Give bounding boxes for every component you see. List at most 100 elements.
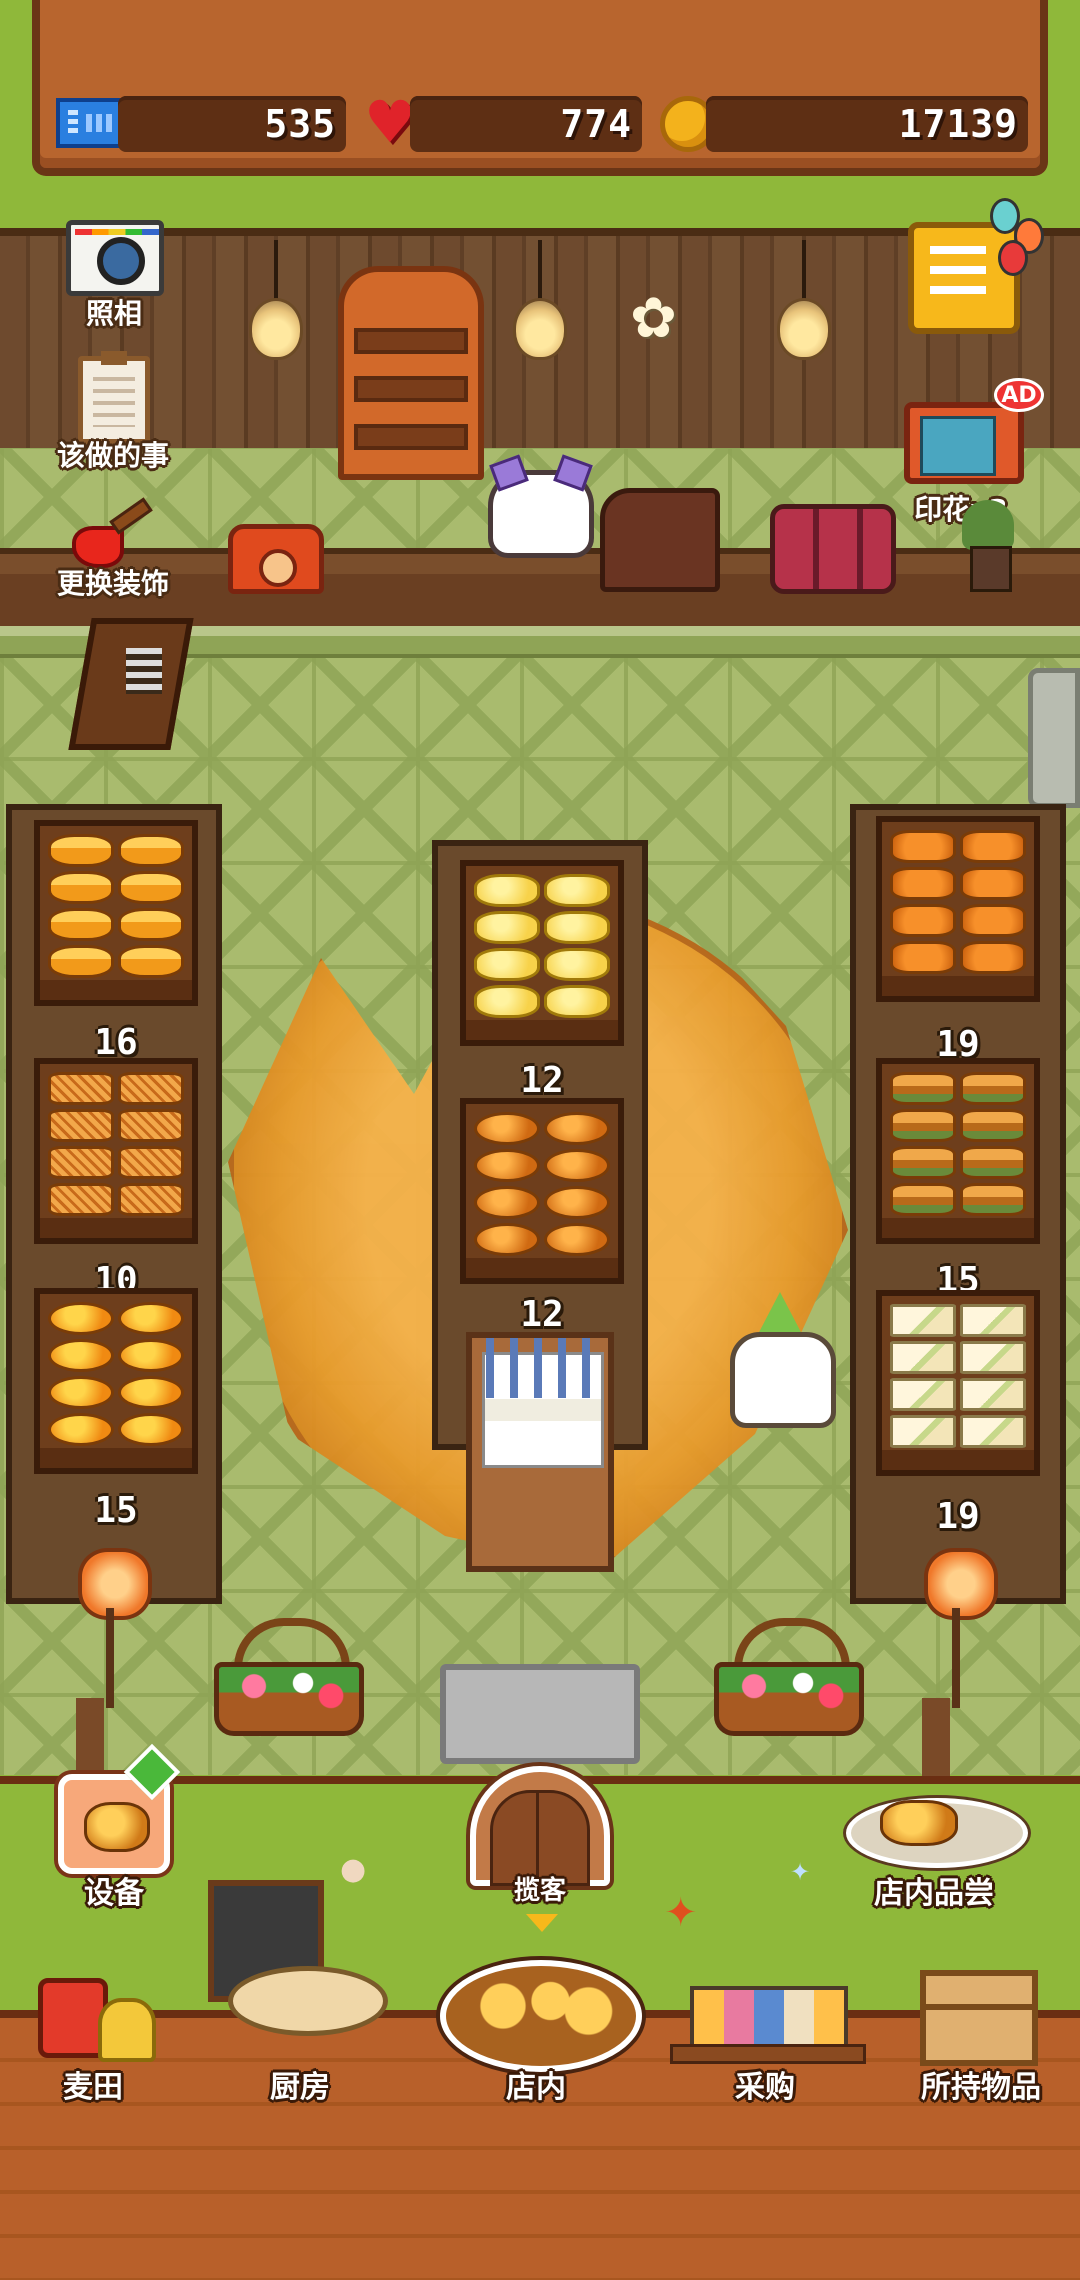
bread-item-icon	[890, 830, 956, 863]
bread-item-icon	[48, 1302, 114, 1335]
bread-item-icon	[890, 1415, 956, 1448]
bread-item-icon	[890, 1072, 956, 1105]
clipboard-icon[interactable]	[78, 351, 150, 444]
bread-item-icon	[118, 1302, 184, 1335]
bread-item-icon	[48, 1109, 114, 1142]
bread-item-icon	[118, 871, 184, 904]
bread-item-icon	[118, 1376, 184, 1409]
bread-item-icon	[960, 1072, 1026, 1105]
bread-item-icon	[544, 1223, 610, 1256]
nav-label-purchase[interactable]: 采购	[690, 2062, 840, 2106]
bread-tray[interactable]	[34, 1058, 198, 1244]
bread-tray[interactable]	[460, 1098, 624, 1284]
bread-item-icon	[890, 904, 956, 937]
camera-label[interactable]: 照相	[64, 292, 164, 332]
bread-item-icon	[474, 1223, 540, 1256]
bread-count: 16	[94, 1022, 138, 1063]
selected-indicator-icon	[526, 1914, 558, 1932]
bread-item-icon	[544, 1149, 610, 1182]
invite-label[interactable]: 揽客	[490, 1870, 590, 1907]
bread-item-icon	[48, 945, 114, 978]
flower-basket-icon	[214, 1618, 364, 1736]
bread-item-icon	[48, 1339, 114, 1372]
bread-count: 15	[94, 1490, 138, 1531]
bread-item-icon	[118, 1183, 184, 1216]
bread-tray[interactable]	[34, 820, 198, 1006]
bread-count: 12	[520, 1294, 564, 1335]
bread-item-icon	[890, 1341, 956, 1374]
paint-brush-icon[interactable]	[72, 500, 150, 568]
nav-label-store[interactable]: 店内	[466, 2062, 606, 2106]
bread-item-icon	[544, 985, 610, 1018]
bread-item-icon	[48, 834, 114, 867]
bread-tray[interactable]	[460, 860, 624, 1046]
leaf-icon: ✦	[664, 1890, 698, 1936]
todo-label[interactable]: 该做的事	[38, 434, 188, 474]
camera-icon[interactable]	[66, 220, 164, 296]
cat-clerk[interactable]	[488, 470, 594, 558]
menu-board-icon[interactable]	[50, 618, 200, 768]
flower-basket-icon	[714, 1618, 864, 1736]
nav-label-inventory[interactable]: 所持物品	[896, 2062, 1066, 2106]
bread-item-icon	[960, 1109, 1026, 1142]
bread-item-icon	[48, 1183, 114, 1216]
bread-count: 12	[520, 1060, 564, 1101]
bread-item-icon	[118, 908, 184, 941]
flower-decoration-icon: ✿	[630, 286, 677, 351]
bread-item-icon	[118, 1146, 184, 1179]
in-store-tasting-button[interactable]	[846, 1770, 1028, 1870]
nav-label-wheat[interactable]: 麦田	[28, 2062, 158, 2106]
bread-item-icon	[890, 1109, 956, 1142]
hanging-lamp-icon	[777, 298, 831, 360]
cash-register-icon	[600, 488, 720, 592]
equipment-label[interactable]: 设备	[54, 1868, 174, 1912]
nav-label-kitchen[interactable]: 厨房	[230, 2062, 370, 2106]
cake-display-stand[interactable]	[466, 1332, 614, 1572]
ad-tv-icon[interactable]	[904, 402, 1024, 484]
bread-item-icon	[118, 1413, 184, 1446]
hanging-lamp-icon	[249, 298, 303, 360]
decorate-label[interactable]: 更换装饰	[38, 562, 188, 602]
wall-bread-rack	[338, 266, 484, 480]
bread-item-icon	[474, 948, 540, 981]
bread-item-icon	[544, 1112, 610, 1145]
tickets-value: 535	[264, 102, 336, 146]
kitchen-icon[interactable]	[208, 1880, 388, 2040]
lamp-cord	[538, 240, 542, 300]
bread-item-icon	[960, 867, 1026, 900]
telephone-icon[interactable]	[228, 524, 324, 594]
inventory-icon[interactable]	[920, 1970, 1038, 2066]
bread-item-icon	[474, 1112, 540, 1145]
bread-item-icon	[544, 911, 610, 944]
store-icon[interactable]	[440, 1950, 642, 2072]
bread-item-icon	[890, 867, 956, 900]
bread-item-icon	[960, 830, 1026, 863]
bread-item-icon	[544, 874, 610, 907]
wheat-field-icon[interactable]	[28, 1968, 158, 2068]
side-door	[1028, 668, 1080, 808]
lamp-cord	[802, 240, 806, 300]
bread-item-icon	[474, 985, 540, 1018]
notepad-icon[interactable]	[908, 222, 1020, 334]
bread-item-icon	[48, 1146, 114, 1179]
bread-item-icon	[960, 1183, 1026, 1216]
bread-item-icon	[118, 945, 184, 978]
bread-item-icon	[118, 1339, 184, 1372]
hearts-counter: 774	[410, 96, 642, 152]
bunny-floor-lamp-icon	[76, 1548, 152, 1718]
lamp-cord	[274, 240, 278, 300]
bread-tray[interactable]	[34, 1288, 198, 1474]
bread-tray[interactable]	[876, 1290, 1040, 1476]
bread-item-icon	[544, 1186, 610, 1219]
bread-tray[interactable]	[876, 1058, 1040, 1244]
bread-item-icon	[960, 1304, 1026, 1337]
tasting-label[interactable]: 店内品尝	[846, 1868, 1022, 1912]
bread-item-icon	[890, 941, 956, 974]
shop-icon[interactable]	[670, 1976, 866, 2066]
bread-item-icon	[48, 1413, 114, 1446]
bread-item-icon	[474, 1149, 540, 1182]
balloon-icon	[998, 240, 1028, 276]
bread-tray[interactable]	[876, 816, 1040, 1002]
hanging-lamp-icon	[513, 298, 567, 360]
hearts-value: 774	[560, 102, 632, 146]
